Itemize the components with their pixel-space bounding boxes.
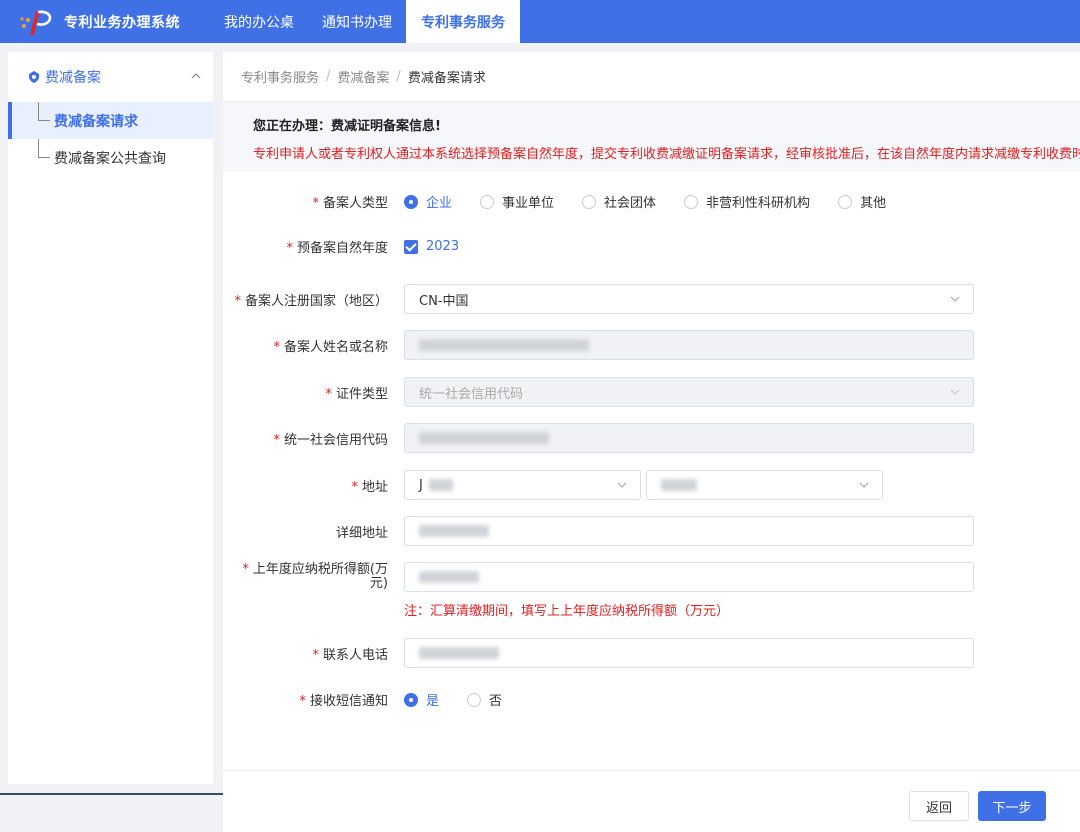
row-credit-code: * 统一社会信用代码 <box>223 423 1080 453</box>
chevron-down-icon <box>950 389 960 395</box>
next-button[interactable]: 下一步 <box>978 791 1046 821</box>
row-sms: * 接收短信通知 是 否 <box>223 690 1080 709</box>
breadcrumb-item[interactable]: 费减备案 <box>337 67 389 86</box>
notice-box: 您正在办理：费减证明备案信息! 专利申请人或者专利权人通过本系统选择预备案自然年… <box>223 102 1080 172</box>
field-label: * 地址 <box>351 479 388 495</box>
redacted-text <box>419 525 489 537</box>
row-filer-type: * 备案人类型 企业 事业单位 社会团体 非营利性科研机构 其他 <box>223 192 1080 211</box>
field-label: * 备案人姓名或名称 <box>273 339 388 355</box>
redacted-text <box>661 479 697 491</box>
address-city-select[interactable] <box>646 470 883 500</box>
income-input[interactable] <box>404 562 974 592</box>
back-button[interactable]: 返回 <box>909 791 969 821</box>
breadcrumb-separator: / <box>396 69 401 84</box>
field-label: * 接收短信通知 <box>299 694 388 709</box>
breadcrumb: 专利事务服务 / 费减备案 / 费减备案请求 <box>223 52 1080 102</box>
field-label: * 证件类型 <box>325 386 388 402</box>
detail-address-input[interactable] <box>404 516 974 546</box>
tree-line <box>38 139 39 157</box>
sidebar-footer <box>0 793 223 832</box>
form-footer: 返回 下一步 <box>223 770 1080 832</box>
sidebar: 费减备案 费减备案请求 费减备案公共查询 <box>8 52 213 784</box>
row-phone: * 联系人电话 <box>223 638 1080 668</box>
row-address: * 地址 J <box>223 470 1080 500</box>
radio-institution[interactable]: 事业单位 <box>480 192 554 211</box>
breadcrumb-item[interactable]: 专利事务服务 <box>241 67 319 86</box>
field-label: * 备案人类型 <box>312 196 388 211</box>
radio-enterprise[interactable]: 企业 <box>404 192 452 211</box>
row-income: * 上年度应纳税所得额(万 元) <box>223 562 1080 592</box>
radio-nonprofit-research[interactable]: 非营利性科研机构 <box>684 192 810 211</box>
chevron-down-icon <box>859 482 869 488</box>
sidebar-item-fee-request[interactable]: 费减备案请求 <box>8 102 213 139</box>
logo-icon <box>18 8 58 36</box>
field-label: * 预备案自然年度 <box>286 241 388 256</box>
chevron-down-icon <box>617 482 627 488</box>
phone-input[interactable] <box>404 638 974 668</box>
radio-social-group[interactable]: 社会团体 <box>582 192 656 211</box>
field-label: * 备案人注册国家（地区） <box>234 293 388 309</box>
notice-text: 专利申请人或者专利权人通过本系统选择预备案自然年度，提交专利收费减缴证明备案请求… <box>253 147 1080 162</box>
sidebar-group-label: 费减备案 <box>45 70 101 86</box>
shield-icon <box>29 71 39 83</box>
field-label: * 统一社会信用代码 <box>273 432 388 448</box>
row-id-type: * 证件类型 统一社会信用代码 <box>223 377 1080 407</box>
breadcrumb-separator: / <box>326 69 331 84</box>
address-province-select[interactable]: J <box>404 470 641 500</box>
logo-area: 专利业务办理系统 <box>0 0 210 43</box>
notice-title: 您正在办理：费减证明备案信息! <box>253 119 441 134</box>
income-note: 注：汇算清缴期间，填写上上年度应纳税所得额（万元） <box>404 604 730 619</box>
field-label: * 联系人电话 <box>312 647 388 663</box>
name-input[interactable] <box>404 330 974 360</box>
sms-radio-group: 是 否 <box>404 690 530 709</box>
redacted-text <box>428 479 453 491</box>
row-detail-address: 详细地址 <box>223 516 1080 546</box>
main-panel: 专利事务服务 / 费减备案 / 费减备案请求 您正在办理：费减证明备案信息! 专… <box>223 52 1080 770</box>
breadcrumb-current: 费减备案请求 <box>407 71 486 86</box>
country-select[interactable]: CN-中国 <box>404 284 974 314</box>
row-year: * 预备案自然年度 2023 <box>223 237 1080 256</box>
redacted-text <box>419 339 589 351</box>
top-nav: 我的办公桌 通知书办理 专利事务服务 <box>210 0 520 43</box>
radio-sms-yes[interactable]: 是 <box>404 690 439 709</box>
row-name: * 备案人姓名或名称 <box>223 330 1080 360</box>
nav-patent-services[interactable]: 专利事务服务 <box>406 0 520 43</box>
app-title: 专利业务办理系统 <box>64 14 180 31</box>
row-country: * 备案人注册国家（地区） CN-中国 <box>223 284 1080 314</box>
radio-other[interactable]: 其他 <box>838 192 886 211</box>
year-checkbox[interactable]: 2023 <box>404 239 459 254</box>
field-label: * 上年度应纳税所得额(万 元) <box>242 562 388 591</box>
nav-my-desk[interactable]: 我的办公桌 <box>210 0 308 43</box>
redacted-text <box>419 647 499 659</box>
top-bar: 专利业务办理系统 我的办公桌 通知书办理 专利事务服务 <box>0 0 1080 43</box>
redacted-text <box>419 571 479 583</box>
sidebar-item-label: 费减备案公共查询 <box>54 150 166 167</box>
chevron-down-icon <box>950 296 960 302</box>
redacted-text <box>419 432 549 444</box>
nav-notices[interactable]: 通知书办理 <box>308 0 406 43</box>
id-type-select[interactable]: 统一社会信用代码 <box>404 377 974 407</box>
sidebar-item-label: 费减备案请求 <box>54 113 138 130</box>
sidebar-item-public-query[interactable]: 费减备案公共查询 <box>8 139 213 176</box>
credit-code-input[interactable] <box>404 423 974 453</box>
sidebar-group-fee-reduction[interactable]: 费减备案 <box>8 52 213 102</box>
tree-line <box>38 102 39 120</box>
field-label: 详细地址 <box>335 525 388 541</box>
tree-line <box>38 157 50 158</box>
chevron-up-icon[interactable] <box>191 72 201 80</box>
tree-line <box>38 120 50 121</box>
filer-type-radio-group: 企业 事业单位 社会团体 非营利性科研机构 其他 <box>404 192 914 211</box>
radio-sms-no[interactable]: 否 <box>467 690 502 709</box>
